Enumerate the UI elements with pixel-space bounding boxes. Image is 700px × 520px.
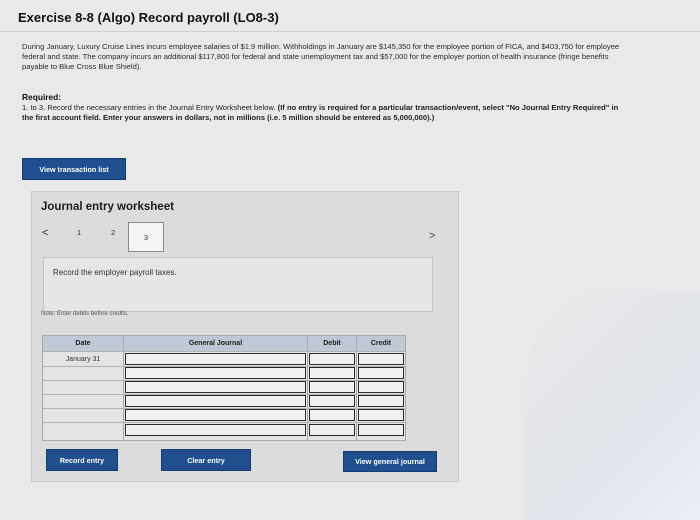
account-input[interactable] (125, 424, 306, 436)
header-divider (0, 31, 700, 32)
debit-input[interactable] (309, 395, 355, 407)
previous-arrow-icon[interactable]: < (42, 227, 48, 239)
record-entry-button[interactable]: Record entry (46, 449, 118, 471)
debit-input[interactable] (309, 367, 355, 379)
instruction-text: Record the employer payroll taxes. (53, 268, 177, 277)
view-transaction-list-button[interactable]: View transaction list (22, 158, 126, 180)
exercise-title: Exercise 8-8 (Algo) Record payroll (LO8-… (18, 10, 279, 25)
debit-input[interactable] (309, 381, 355, 393)
row-divider (43, 351, 405, 352)
credit-input[interactable] (358, 409, 404, 421)
account-input[interactable] (125, 395, 306, 407)
credit-input[interactable] (358, 395, 404, 407)
date-cell: January 31 (65, 355, 101, 363)
row-divider (43, 422, 405, 423)
worksheet-title: Journal entry worksheet (41, 201, 174, 213)
column-header-date: Date (43, 336, 124, 351)
instruction-box: Record the employer payroll taxes. (43, 257, 433, 312)
worksheet-page-1[interactable]: 1 (77, 228, 81, 237)
debit-input[interactable] (309, 353, 355, 365)
screen-glare (525, 290, 700, 520)
next-arrow-icon[interactable]: > (429, 230, 435, 242)
column-header-general-journal: General Journal (124, 336, 308, 351)
credit-input[interactable] (358, 367, 404, 379)
clear-entry-button[interactable]: Clear entry (161, 449, 251, 471)
journal-entry-worksheet: Journal entry worksheet < 1 2 3 Record t… (31, 191, 459, 482)
problem-description: During January, Luxury Cruise Lines incu… (22, 42, 620, 71)
credit-input[interactable] (358, 353, 404, 365)
required-text-lead: 1. to 3. Record the necessary entries in… (22, 103, 276, 112)
account-input[interactable] (125, 367, 306, 379)
view-general-journal-button[interactable]: View general journal (343, 451, 437, 472)
account-input[interactable] (125, 381, 306, 393)
account-input[interactable] (125, 409, 306, 421)
required-text: 1. to 3. Record the necessary entries in… (22, 103, 627, 123)
debits-note: Note: Enter debits before credits. (41, 311, 129, 317)
worksheet-page-3-active[interactable]: 3 (128, 222, 164, 252)
credit-input[interactable] (358, 381, 404, 393)
exercise-page: Exercise 8-8 (Algo) Record payroll (LO8-… (0, 0, 700, 520)
journal-table: Date General Journal Debit Credit Januar… (42, 335, 406, 441)
account-input[interactable] (125, 353, 306, 365)
column-header-credit: Credit (357, 336, 405, 351)
debit-input[interactable] (309, 409, 355, 421)
required-label: Required: (22, 92, 62, 102)
credit-input[interactable] (358, 424, 404, 436)
column-header-debit: Debit (308, 336, 357, 351)
debit-input[interactable] (309, 424, 355, 436)
worksheet-page-2[interactable]: 2 (111, 228, 115, 237)
